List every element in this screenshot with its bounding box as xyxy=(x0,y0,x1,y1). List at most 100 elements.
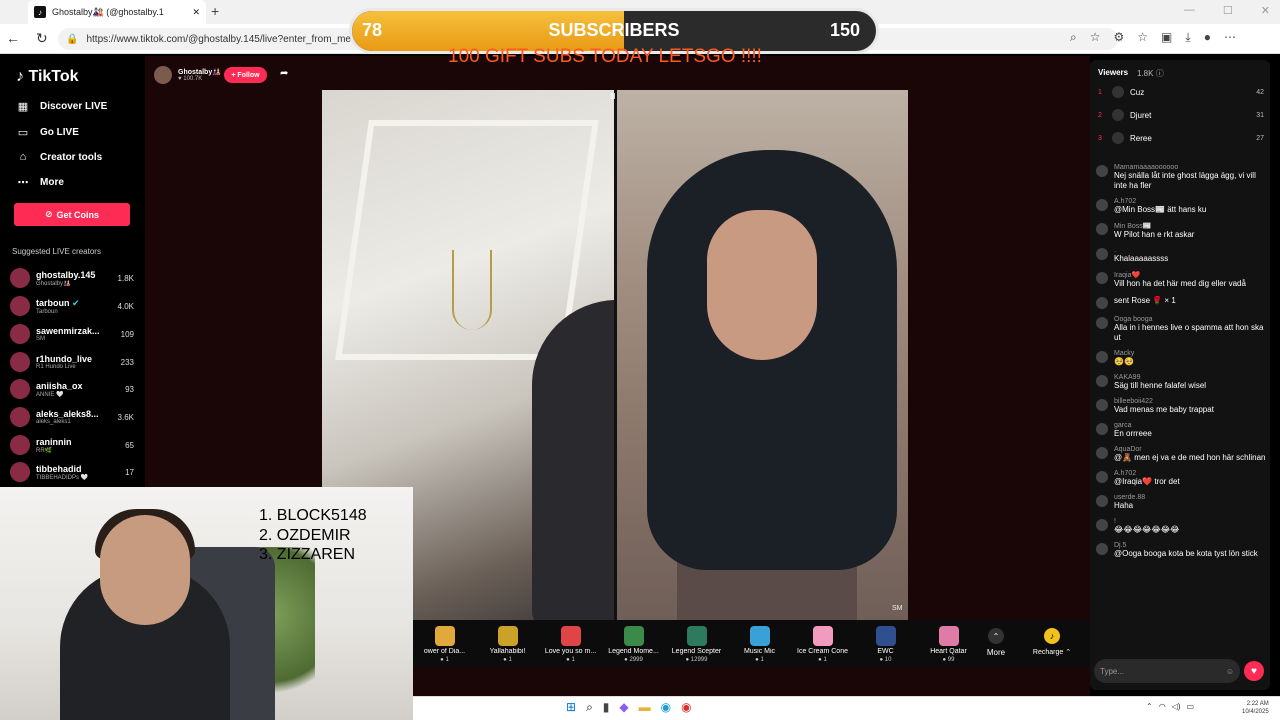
chat-messages[interactable]: Mamamaaaaoooooo Nej snälla låt inte ghost… xyxy=(1096,164,1266,654)
chat-username[interactable]: billeeboii422 xyxy=(1114,398,1214,405)
gift-item[interactable]: Love you so m... ● 1 xyxy=(539,625,602,663)
creator-sub: RR🌿 xyxy=(36,447,53,454)
right-video-feed[interactable] xyxy=(617,90,908,620)
chat-message[interactable]: userde.88 Haha xyxy=(1096,494,1266,511)
extensions-icon[interactable]: ⚙ xyxy=(1114,30,1125,45)
close-window-icon[interactable]: ✕ xyxy=(1261,4,1270,17)
gift-item[interactable]: Ice Cream Cone ● 1 xyxy=(791,625,854,663)
nav-label: Creator tools xyxy=(40,151,103,163)
menu-icon[interactable]: ⋯ xyxy=(1224,30,1236,45)
chat-message[interactable]: Min Boss📰 W Pilot han e rkt askar xyxy=(1096,222,1266,240)
nav-creator-tools[interactable]: ⌂ Creator tools xyxy=(16,151,103,163)
nav-more[interactable]: ⋯ More xyxy=(16,176,64,189)
ranking-row[interactable]: 3 Reree 27 xyxy=(1098,132,1264,144)
like-button[interactable]: ♥ xyxy=(1244,661,1264,681)
more-gifts-button[interactable]: ⌃ More xyxy=(980,628,1012,657)
minimize-icon[interactable]: — xyxy=(1184,4,1195,17)
edge-icon[interactable]: ◉ xyxy=(661,700,671,715)
gift-item[interactable]: Heart Qatar ● 99 xyxy=(917,625,980,663)
chat-message[interactable]: ! 😂😂😂😂😂😂😂 xyxy=(1096,518,1266,535)
chat-input[interactable]: Type... ☺ xyxy=(1094,659,1240,683)
left-streamer xyxy=(532,300,614,620)
chat-username[interactable]: ! xyxy=(1114,518,1179,525)
chat-username[interactable]: A.h702 xyxy=(1114,470,1180,477)
suggested-creator[interactable]: ghostalby.145 Ghostalby🎎 1.8K xyxy=(10,266,134,290)
suggested-creator[interactable]: sawenmirzak... SM 109 xyxy=(10,322,134,346)
chat-message[interactable]: sent Rose 🌹 × 1 xyxy=(1096,296,1266,309)
chat-message[interactable]: billeeboii422 Vad menas me baby trappat xyxy=(1096,398,1266,415)
gift-item[interactable]: Legend Mome... ● 2999 xyxy=(602,625,665,663)
chat-message[interactable]: Macky 🥺🥺 xyxy=(1096,350,1266,367)
maximize-icon[interactable]: ☐ xyxy=(1223,4,1233,17)
ranking-row[interactable]: 2 Djuret 31 xyxy=(1098,109,1264,121)
chat-username[interactable]: userde.88 xyxy=(1114,494,1145,501)
chat-username[interactable]: Mamamaaaaoooooo xyxy=(1114,164,1266,171)
chat-message[interactable]: Iraqia❤️ Vill hon ha det här med dig elle… xyxy=(1096,271,1266,289)
chat-username[interactable]: Iraqia❤️ xyxy=(1114,271,1246,279)
get-coins-button[interactable]: ⊘ Get Coins xyxy=(14,203,130,226)
chat-username[interactable]: Ooga booga xyxy=(1114,316,1266,323)
tiktok-logo[interactable]: ♪ TikTok xyxy=(16,68,79,86)
chat-message[interactable]: garca En orrreee xyxy=(1096,422,1266,439)
chat-message[interactable]: Dj.5 @Ooga booga kota be kota tyst lön st… xyxy=(1096,542,1266,559)
chat-username[interactable]: AquaDor xyxy=(1114,446,1266,453)
chat-username[interactable]: Dj.5 xyxy=(1114,542,1258,549)
favorite-icon[interactable]: ☆ xyxy=(1090,30,1101,45)
copilot-icon[interactable]: ◆ xyxy=(619,700,628,715)
file-explorer-icon[interactable]: ▮ xyxy=(603,700,610,715)
chat-username[interactable]: Min Boss📰 xyxy=(1114,222,1194,230)
share-icon[interactable]: ➦ xyxy=(280,68,288,79)
profile-icon[interactable]: ● xyxy=(1204,30,1211,45)
collections-icon[interactable]: ☆ xyxy=(1137,30,1148,45)
chat-message[interactable]: AquaDor @🧸 men ej va e de med hon här sch… xyxy=(1096,446,1266,463)
chat-username[interactable]: KAKA99 xyxy=(1114,374,1206,381)
gift-item[interactable]: Music Mic ● 1 xyxy=(728,625,791,663)
gift-item[interactable]: Legend Scepter ● 12999 xyxy=(665,625,728,663)
suggested-creator[interactable]: aleks_aleks8... aleks_aleks1 3.6K xyxy=(10,405,134,429)
host-info[interactable]: Ghostalby🎎 ♥ 100.7K xyxy=(154,66,221,84)
gift-item[interactable]: Yallahabibi! ● 1 xyxy=(476,625,539,663)
chat-message[interactable]: Mamamaaaaoooooo Nej snälla låt inte ghost… xyxy=(1096,164,1266,191)
refresh-icon[interactable]: ↻ xyxy=(36,30,48,47)
new-tab-button[interactable]: + xyxy=(211,3,219,19)
chat-message[interactable]: A.h702 @Iraqia❤️ tror det xyxy=(1096,470,1266,487)
chat-username[interactable]: A.h702 xyxy=(1114,198,1206,205)
clock[interactable]: 2:22 AM 10/4/2025 xyxy=(1242,700,1269,716)
battery-icon[interactable]: ▭ xyxy=(1187,702,1195,711)
gift-item[interactable]: EWC ● 10 xyxy=(854,625,917,663)
folder-icon[interactable]: ▬ xyxy=(639,700,651,715)
browser-tab[interactable]: ♪ Ghostalby🎎 (@ghostalby.1 ✕ xyxy=(28,0,206,24)
suggested-creator[interactable]: aniisha_ox ANNIE 🤍 93 xyxy=(10,377,134,401)
copilot-icon[interactable]: ▣ xyxy=(1161,30,1172,45)
chevron-up-icon[interactable]: ⌃ xyxy=(1146,702,1153,711)
zoom-icon[interactable]: ⌕ xyxy=(1070,30,1077,45)
volume-icon[interactable]: ◁) xyxy=(1172,702,1181,711)
suggested-creator[interactable]: r1hundo_live R1 Hundo Live 233 xyxy=(10,350,134,374)
suggested-creator[interactable]: raninnin RR🌿 65 xyxy=(10,433,134,457)
chat-message[interactable]: Ooga booga Alla in i hennes live o spamma… xyxy=(1096,316,1266,343)
downloads-icon[interactable]: ⤓ xyxy=(1185,30,1190,45)
nav-go-live[interactable]: ▭ Go LIVE xyxy=(16,126,79,139)
gift-icon xyxy=(812,625,833,646)
network-icon[interactable]: ◠ xyxy=(1159,702,1166,711)
back-icon[interactable]: ← xyxy=(6,30,20,47)
chat-message[interactable]: A.h702 @Min Boss📰 ätt hans ku xyxy=(1096,198,1266,215)
follow-button[interactable]: + Follow xyxy=(224,67,267,83)
recharge-button[interactable]: ♪ Recharge ⌃ xyxy=(1030,628,1074,656)
suggested-creator[interactable]: tarboun ✔ Tarboun 4.0K xyxy=(10,294,134,318)
emoji-icon[interactable]: ☺ xyxy=(1226,667,1234,676)
nav-discover-live[interactable]: ▦ Discover LIVE xyxy=(16,100,107,113)
chat-username[interactable]: . xyxy=(1114,247,1168,254)
chat-username[interactable]: Macky xyxy=(1114,350,1134,357)
search-icon[interactable]: ⌕ xyxy=(586,700,593,715)
chat-message[interactable]: . Khalaaaaassss xyxy=(1096,247,1266,264)
chat-username[interactable]: garca xyxy=(1114,422,1152,429)
suggested-creator[interactable]: tibbehadid TIBBEHADIDPs 🤍 17 xyxy=(10,460,134,484)
gift-item[interactable]: ower of Dia... ● 1 xyxy=(413,625,476,663)
ranking-row[interactable]: 1 Cuz 42 xyxy=(1098,86,1264,98)
avatar xyxy=(1096,519,1108,531)
close-tab-icon[interactable]: ✕ xyxy=(192,7,200,18)
chat-message[interactable]: KAKA99 Säg till henne falafel wisel xyxy=(1096,374,1266,391)
windows-start-icon[interactable]: ⊞ xyxy=(566,700,576,715)
chrome-icon[interactable]: ◉ xyxy=(681,700,691,715)
